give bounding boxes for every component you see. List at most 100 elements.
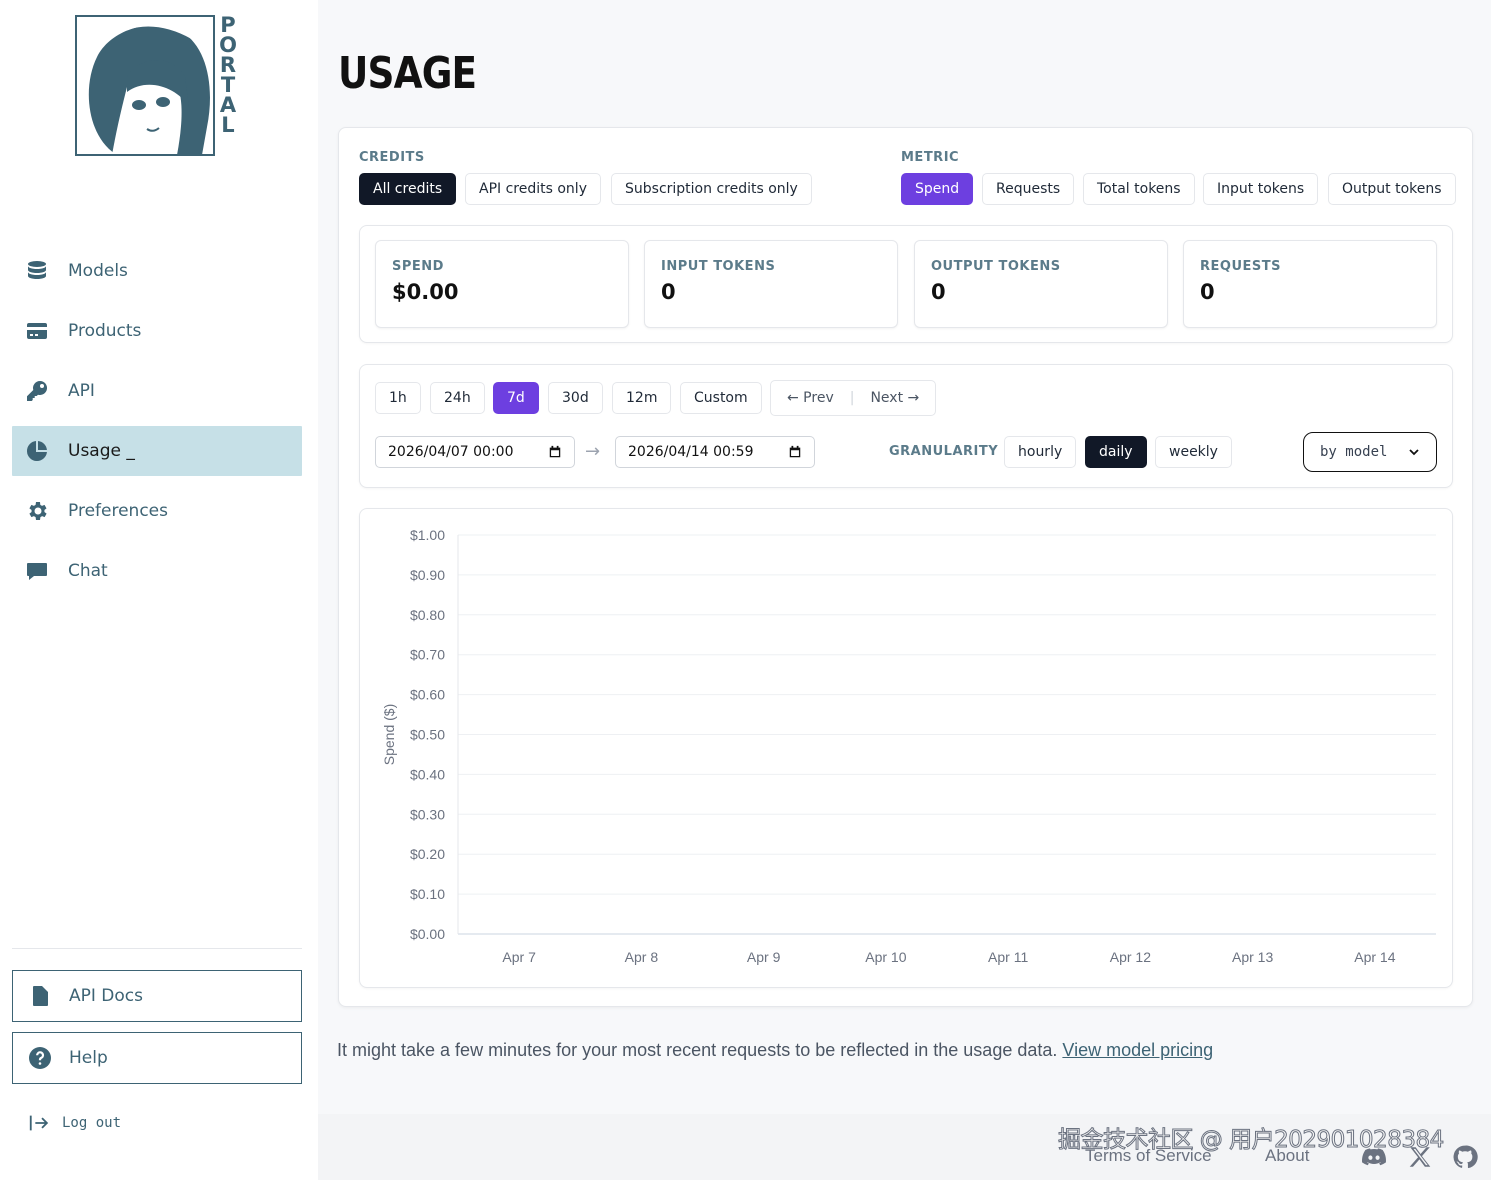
range-custom[interactable]: Custom [680, 382, 762, 414]
api-docs-label: API Docs [69, 986, 143, 1006]
credit-card-icon [24, 318, 50, 344]
x-tick-label: Apr 7 [502, 949, 536, 965]
sidebar-item-api[interactable]: API [12, 366, 302, 416]
credits-option-subscription[interactable]: Subscription credits only [611, 173, 812, 205]
range-30d[interactable]: 30d [548, 382, 603, 414]
calendar-icon[interactable] [788, 445, 802, 459]
metric-option-requests[interactable]: Requests [982, 173, 1075, 205]
group-by-select[interactable]: by model [1303, 432, 1437, 472]
credits-option-all[interactable]: All credits [359, 173, 457, 205]
page-title: USAGE [338, 48, 477, 99]
y-tick-label: $0.70 [410, 647, 445, 663]
range-7d[interactable]: 7d [493, 382, 539, 414]
pie-chart-icon [24, 438, 50, 464]
sidebar-item-label: Products [68, 321, 142, 341]
database-icon [24, 258, 50, 284]
stat-value: 0 [1200, 280, 1215, 304]
date-from-input[interactable]: 2026/04/07 00:00 [375, 436, 575, 468]
gear-icon [24, 498, 50, 524]
logo-illustration [75, 15, 215, 156]
date-to-value: 2026/04/14 00:59 [628, 444, 754, 460]
usage-note: It might take a few minutes for your mos… [337, 1040, 1213, 1061]
stat-label: INPUT TOKENS [661, 259, 776, 274]
stat-label: REQUESTS [1200, 259, 1281, 274]
range-1h[interactable]: 1h [375, 382, 421, 414]
range-controls: 1h 24h 7d 30d 12m Custom ← Prev | Next →… [359, 364, 1453, 488]
range-12m[interactable]: 12m [612, 382, 672, 414]
range-24h[interactable]: 24h [430, 382, 485, 414]
y-tick-label: $0.90 [410, 567, 445, 583]
terms-link[interactable]: Terms of Service [1085, 1146, 1212, 1166]
next-button[interactable]: Next → [854, 390, 935, 406]
stat-value: 0 [661, 280, 676, 304]
sidebar-item-preferences[interactable]: Preferences [12, 486, 302, 536]
y-tick-label: $0.20 [410, 846, 445, 862]
usage-chart: $0.00 $0.10 $0.20 $0.30 $0.40 $0.50 $0.60 $0.70… [359, 508, 1453, 988]
logout-button[interactable]: Log out [28, 1112, 121, 1134]
group-by-value: by model [1320, 444, 1388, 460]
stat-value: $0.00 [392, 280, 459, 304]
y-tick-label: $0.30 [410, 806, 445, 822]
chat-bubble-icon [24, 558, 50, 584]
x-tick-label: Apr 12 [1110, 949, 1151, 965]
metric-option-spend[interactable]: Spend [901, 173, 974, 205]
sidebar-item-models[interactable]: Models [12, 246, 302, 296]
credits-label: CREDITS [359, 150, 425, 165]
credits-option-api[interactable]: API credits only [465, 173, 601, 205]
logout-icon [29, 1115, 49, 1131]
metric-option-output-tokens[interactable]: Output tokens [1328, 173, 1456, 205]
usage-card: CREDITS All credits API credits only Sub… [338, 127, 1473, 1007]
sidebar: P O R T A L Models Products API Usage _ … [0, 0, 318, 1180]
sidebar-divider [12, 948, 302, 949]
stats-panel: SPEND $0.00 INPUT TOKENS 0 OUTPUT TOKENS… [359, 225, 1453, 343]
period-pager: ← Prev | Next → [770, 380, 937, 416]
stat-requests: REQUESTS 0 [1183, 240, 1437, 328]
github-icon[interactable] [1452, 1144, 1478, 1170]
x-tick-label: Apr 13 [1232, 949, 1273, 965]
stat-value: 0 [931, 280, 946, 304]
x-icon[interactable] [1407, 1144, 1433, 1170]
metric-option-total-tokens[interactable]: Total tokens [1083, 173, 1195, 205]
y-tick-label: $0.50 [410, 727, 445, 743]
question-circle-icon [27, 1045, 53, 1071]
help-label: Help [69, 1048, 108, 1068]
x-tick-label: Apr 11 [988, 949, 1028, 965]
api-docs-button[interactable]: API Docs [12, 970, 302, 1022]
document-icon [27, 983, 53, 1009]
sidebar-item-usage[interactable]: Usage _ [12, 426, 302, 476]
granularity-hourly[interactable]: hourly [1004, 436, 1077, 468]
sidebar-item-label: API [68, 381, 95, 401]
portal-logo[interactable]: P O R T A L [75, 15, 240, 158]
y-tick-label: $1.00 [410, 527, 445, 543]
date-range-arrow: → [585, 441, 601, 462]
footer: 掘金技术社区 @ 用户202901028384 Terms of Service… [318, 1114, 1491, 1180]
sidebar-item-products[interactable]: Products [12, 306, 302, 356]
granularity-label: GRANULARITY [889, 444, 999, 459]
calendar-icon[interactable] [548, 445, 562, 459]
discord-icon[interactable] [1361, 1144, 1387, 1170]
help-button[interactable]: Help [12, 1032, 302, 1084]
chevron-down-icon [1409, 449, 1419, 456]
view-model-pricing-link[interactable]: View model pricing [1062, 1040, 1213, 1060]
x-tick-label: Apr 9 [747, 949, 781, 965]
sidebar-item-label: Models [68, 261, 128, 281]
about-link[interactable]: About [1265, 1146, 1309, 1166]
usage-note-text: It might take a few minutes for your mos… [337, 1040, 1058, 1060]
sidebar-item-label: Preferences [68, 501, 168, 521]
y-axis-label: Spend ($) [381, 704, 397, 765]
sidebar-item-chat[interactable]: Chat [12, 546, 302, 596]
prev-button[interactable]: ← Prev [771, 390, 850, 406]
stat-input-tokens: INPUT TOKENS 0 [644, 240, 898, 328]
date-to-input[interactable]: 2026/04/14 00:59 [615, 436, 815, 468]
stat-label: SPEND [392, 259, 444, 274]
logo-wordmark: P O R T A L [219, 13, 237, 137]
main-content: USAGE CREDITS All credits API credits on… [318, 0, 1491, 1180]
date-from-value: 2026/04/07 00:00 [388, 444, 514, 460]
x-tick-label: Apr 8 [625, 949, 659, 965]
metric-label: METRIC [901, 150, 960, 165]
metric-option-input-tokens[interactable]: Input tokens [1203, 173, 1319, 205]
y-tick-label: $0.60 [410, 687, 445, 703]
granularity-daily[interactable]: daily [1085, 436, 1147, 468]
sidebar-nav: Models Products API Usage _ Preferences [12, 246, 302, 606]
granularity-weekly[interactable]: weekly [1155, 436, 1232, 468]
